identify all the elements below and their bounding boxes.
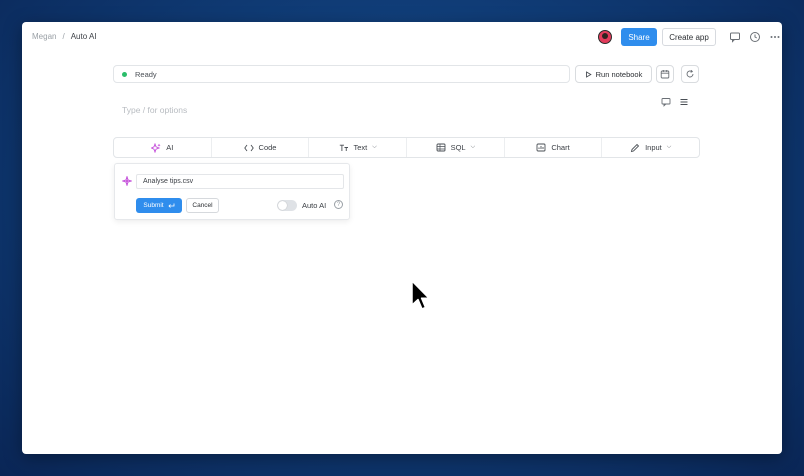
help-icon[interactable]: ? [334, 200, 343, 209]
toolbar-text-label: Text [353, 143, 368, 152]
code-icon [243, 144, 254, 151]
toolbar-sql-label: SQL [450, 143, 466, 152]
pencil-icon [630, 143, 640, 152]
top-bar: Megan / Auto AI Share Create app [22, 22, 782, 52]
toolbar-text[interactable]: Text ⌵ [309, 138, 408, 157]
toolbar-ai-label: AI [166, 143, 174, 152]
kernel-status-bar: Ready [113, 65, 570, 83]
database-icon [436, 143, 446, 152]
cell-comment-button[interactable] [660, 96, 672, 108]
status-dot [122, 71, 127, 77]
share-button[interactable]: Share [621, 28, 657, 46]
toolbar-code[interactable]: Code [212, 138, 310, 157]
ai-prompt-input[interactable]: Analyse tips.csv [136, 174, 344, 189]
clock-icon[interactable] [749, 31, 761, 43]
editor-placeholder[interactable]: Type / for options [122, 105, 187, 115]
breadcrumb: Megan / Auto AI [32, 32, 97, 41]
run-notebook-button[interactable]: Run notebook [575, 65, 652, 83]
submit-button[interactable]: Submit [136, 198, 182, 213]
submit-label: Submit [143, 202, 164, 209]
chevron-down-icon: ⌵ [666, 144, 672, 150]
chevron-down-icon: ⌵ [372, 144, 377, 150]
toolbar-ai[interactable]: AI [114, 138, 212, 157]
toolbar-code-label: Code [258, 143, 277, 152]
menu-icon [680, 99, 688, 105]
comment-icon[interactable] [729, 31, 741, 43]
breadcrumb-current[interactable]: Auto AI [71, 32, 97, 41]
avatar[interactable] [598, 30, 612, 44]
breadcrumb-separator: / [62, 32, 65, 41]
enter-icon [168, 203, 175, 208]
toolbar-input-label: Input [645, 143, 662, 152]
ai-prompt-panel: Analyse tips.csv Submit Cancel Auto AI ? [114, 163, 350, 220]
toolbar-sql[interactable]: SQL ⌵ [407, 138, 505, 157]
add-cell-toolbar: AI Code Text ⌵ SQL ⌵ Chart Input ⌵ [113, 137, 700, 158]
toolbar-chart[interactable]: Chart [505, 138, 603, 157]
more-icon[interactable] [769, 31, 781, 43]
run-notebook-label: Run notebook [595, 69, 643, 79]
status-text: Ready [135, 69, 157, 79]
sparkle-icon [122, 176, 132, 186]
toolbar-input[interactable]: Input ⌵ [602, 138, 699, 157]
create-app-button[interactable]: Create app [662, 28, 716, 46]
auto-ai-label: Auto AI [302, 201, 327, 210]
text-format-icon [339, 144, 348, 151]
chart-icon [536, 143, 546, 152]
refresh-icon [686, 69, 694, 78]
play-icon [585, 70, 592, 78]
mouse-cursor-icon [411, 280, 430, 310]
cell-menu-button[interactable] [678, 96, 690, 108]
schedule-button[interactable] [656, 65, 674, 83]
refresh-button[interactable] [681, 65, 699, 83]
chevron-down-icon: ⌵ [470, 144, 476, 150]
auto-ai-toggle[interactable] [277, 200, 297, 211]
comment-icon [661, 98, 671, 107]
sparkle-icon [151, 142, 161, 153]
cancel-button[interactable]: Cancel [186, 198, 219, 213]
notebook-window: Megan / Auto AI Share Create app Ready R… [22, 22, 782, 454]
calendar-icon [660, 70, 670, 79]
breadcrumb-parent[interactable]: Megan [32, 32, 56, 41]
toolbar-chart-label: Chart [551, 143, 570, 152]
